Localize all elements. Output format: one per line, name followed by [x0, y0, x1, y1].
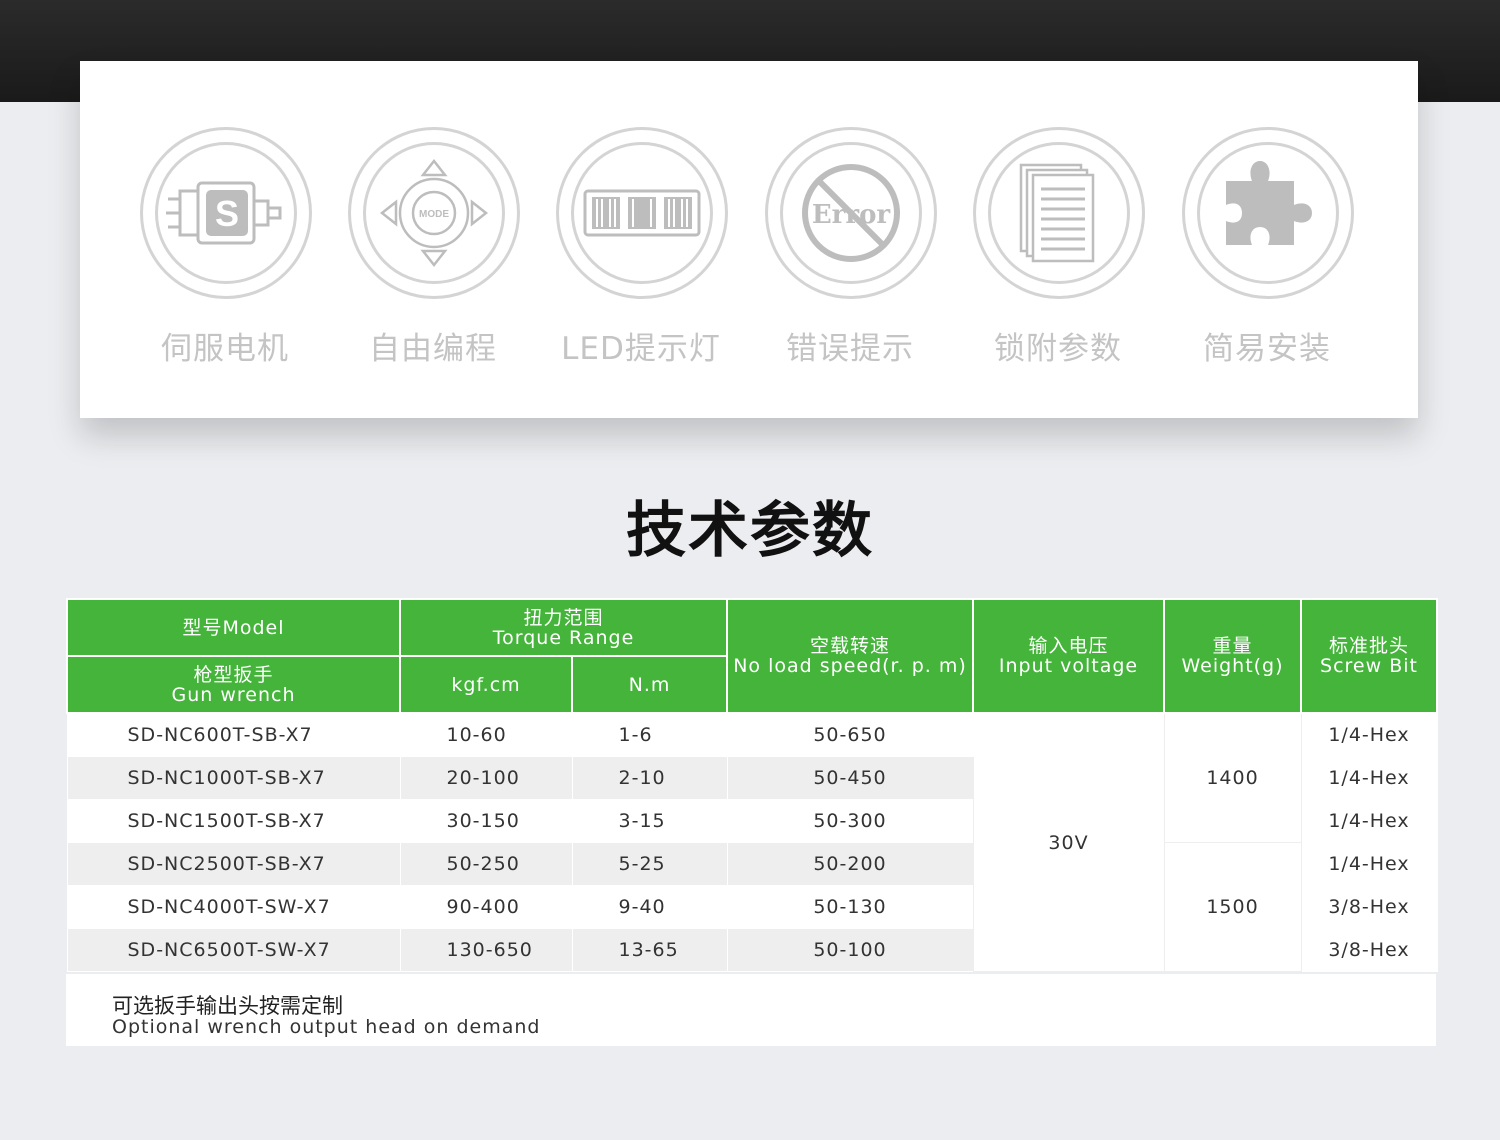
header-no-load-speed: 空载转速 No load speed(r. p. m) [726, 598, 974, 714]
cell-speed: 50-650 [726, 712, 974, 757]
svg-text:MODE: MODE [419, 209, 449, 220]
cell-bit: 3/8-Hex [1300, 885, 1438, 929]
feature-label: 简易安装 [1203, 331, 1331, 367]
header-weight: 重量 Weight(g) [1163, 598, 1302, 714]
cell-speed: 50-200 [726, 842, 974, 886]
cell-nm: 3-15 [571, 799, 728, 843]
section-title: 技术参数 [626, 496, 874, 566]
cell-weight-1500: 1500 [1163, 842, 1302, 972]
table-row: SD-NC2500T-SB-X7 50-250 5-25 50-200 1500… [66, 842, 1438, 972]
cell-nm: 2-10 [571, 756, 728, 800]
cell-model: SD-NC600T-SB-X7 [66, 712, 401, 757]
feature-label: 自由编程 [369, 331, 497, 367]
table-row: SD-NC600T-SB-X7 10-60 1-6 50-650 30V 140… [66, 712, 1438, 972]
cell-weight-1400: 1400 [1163, 712, 1302, 843]
cell-model: SD-NC2500T-SB-X7 [66, 842, 401, 886]
cell-bit: 3/8-Hex [1300, 928, 1438, 972]
cell-nm: 1-6 [571, 712, 728, 757]
cell-voltage: 30V [972, 712, 1165, 972]
header-torque-range: 扭力范围 Torque Range [399, 598, 728, 657]
feature-label: 锁附参数 [994, 331, 1122, 367]
cell-bit: 1/4-Hex [1300, 712, 1438, 757]
footnote-en: Optional wrench output head on demand [112, 1016, 541, 1038]
mode-dpad-icon: MODE [379, 158, 489, 268]
cell-speed: 50-300 [726, 799, 974, 843]
led-display-icon [583, 189, 701, 237]
header-input-voltage: 输入电压 Input voltage [972, 598, 1165, 714]
cell-kgf: 130-650 [399, 928, 573, 972]
cell-nm: 9-40 [571, 885, 728, 929]
cell-model: SD-NC4000T-SW-X7 [66, 885, 401, 929]
cell-model: SD-NC1000T-SB-X7 [66, 756, 401, 800]
footnote: 可选扳手输出头按需定制 Optional wrench output head … [66, 974, 1436, 1046]
header-gun-wrench: 枪型扳手 Gun wrench [66, 655, 401, 714]
cell-bit: 1/4-Hex [1300, 799, 1438, 843]
features-card: S 伺服电机 MODE 自由编程 LED提示灯 错误提示 锁附参数 简易安装 [80, 61, 1418, 418]
cell-speed: 50-130 [726, 885, 974, 929]
cell-kgf: 10-60 [399, 712, 573, 757]
cell-kgf: 50-250 [399, 842, 573, 886]
cell-model: SD-NC1500T-SB-X7 [66, 799, 401, 843]
cell-bit: 1/4-Hex [1300, 756, 1438, 800]
cell-bit: 1/4-Hex [1300, 842, 1438, 886]
cell-nm: 5-25 [571, 842, 728, 886]
header-screw-bit: 标准批头 Screw Bit [1300, 598, 1438, 714]
cell-nm: 13-65 [571, 928, 728, 972]
header-kgf: kgf.cm [399, 655, 573, 714]
header-nm: N.m [571, 655, 728, 714]
cell-kgf: 30-150 [399, 799, 573, 843]
svg-text:S: S [215, 193, 239, 234]
feature-label: 错误提示 [786, 331, 914, 367]
feature-label: 伺服电机 [161, 331, 289, 367]
puzzle-piece-icon [1226, 161, 1312, 245]
cell-speed: 50-100 [726, 928, 974, 972]
servo-motor-icon: S [166, 181, 282, 245]
cell-kgf: 90-400 [399, 885, 573, 929]
error-no-icon: Error [802, 164, 900, 262]
header-model: 型号Model [66, 598, 401, 657]
cell-kgf: 20-100 [399, 756, 573, 800]
cell-model: SD-NC6500T-SW-X7 [66, 928, 401, 972]
spec-table: 型号Model 扭力范围 Torque Range 空载转速 No load spe… [66, 598, 1438, 972]
cell-speed: 50-450 [726, 756, 974, 800]
feature-label: LED提示灯 [561, 331, 721, 367]
document-stack-icon [1019, 163, 1095, 263]
